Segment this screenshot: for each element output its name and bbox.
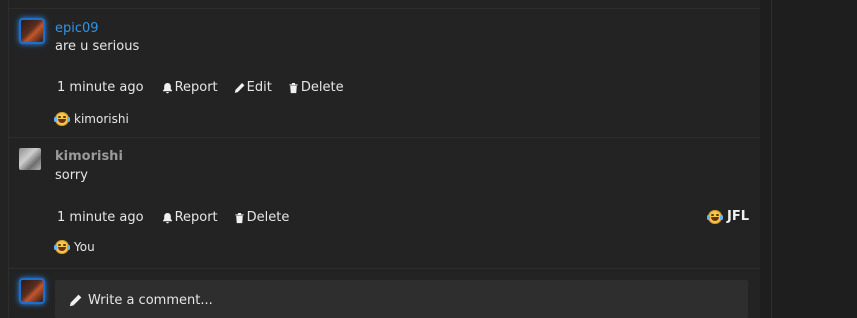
- comment-actions: 1 minute ago Report Delete: [57, 210, 305, 225]
- comment-item: epic09 are u serious 1 minute ago Report…: [9, 8, 760, 138]
- reaction-button[interactable]: JFL: [707, 209, 750, 224]
- comment-actions: 1 minute ago Report Edit Delete: [57, 80, 360, 95]
- divider: [771, 0, 772, 318]
- comment-text: sorry: [55, 168, 88, 183]
- bell-icon: [162, 82, 172, 93]
- comment-username[interactable]: epic09: [55, 21, 99, 36]
- report-label: Report: [174, 210, 218, 225]
- delete-button[interactable]: Delete: [288, 80, 344, 95]
- comment-input-placeholder-row: Write a comment...: [69, 293, 213, 308]
- laughing-crying-emoji-icon: [54, 112, 70, 126]
- pencil-icon: [234, 82, 245, 93]
- laughing-crying-emoji-icon: [54, 240, 70, 254]
- report-label: Report: [174, 80, 218, 95]
- delete-label: Delete: [246, 210, 290, 225]
- right-gutter: [760, 0, 857, 318]
- trash-icon: [235, 212, 244, 223]
- comment-username[interactable]: kimorishi: [55, 149, 123, 164]
- pencil-icon: [69, 294, 82, 307]
- current-user-avatar: [21, 280, 43, 302]
- comment-timestamp[interactable]: 1 minute ago: [57, 80, 144, 95]
- reaction-label: JFL: [727, 209, 750, 224]
- reaction-summary[interactable]: You: [54, 240, 95, 254]
- edit-label: Edit: [246, 80, 272, 95]
- laughing-crying-emoji-icon: [707, 209, 723, 224]
- comment-input[interactable]: Write a comment...: [55, 280, 748, 318]
- edit-button[interactable]: Edit: [234, 80, 272, 95]
- reaction-summary[interactable]: kimorishi: [54, 112, 129, 126]
- bell-icon: [162, 212, 172, 223]
- delete-label: Delete: [300, 80, 344, 95]
- report-button[interactable]: Report: [162, 210, 218, 225]
- delete-button[interactable]: Delete: [234, 210, 290, 225]
- reaction-user: You: [74, 240, 95, 254]
- comment-input-placeholder: Write a comment...: [88, 293, 213, 308]
- trash-icon: [289, 82, 298, 93]
- avatar[interactable]: [19, 148, 41, 170]
- avatar[interactable]: [21, 20, 43, 42]
- comment-thread: epic09 are u serious 1 minute ago Report…: [0, 0, 760, 318]
- report-button[interactable]: Report: [162, 80, 218, 95]
- comment-timestamp[interactable]: 1 minute ago: [57, 210, 144, 225]
- comment-text: are u serious: [55, 39, 140, 54]
- reaction-user: kimorishi: [74, 112, 129, 126]
- comment-item: kimorishi sorry 1 minute ago Report Dele…: [9, 138, 760, 269]
